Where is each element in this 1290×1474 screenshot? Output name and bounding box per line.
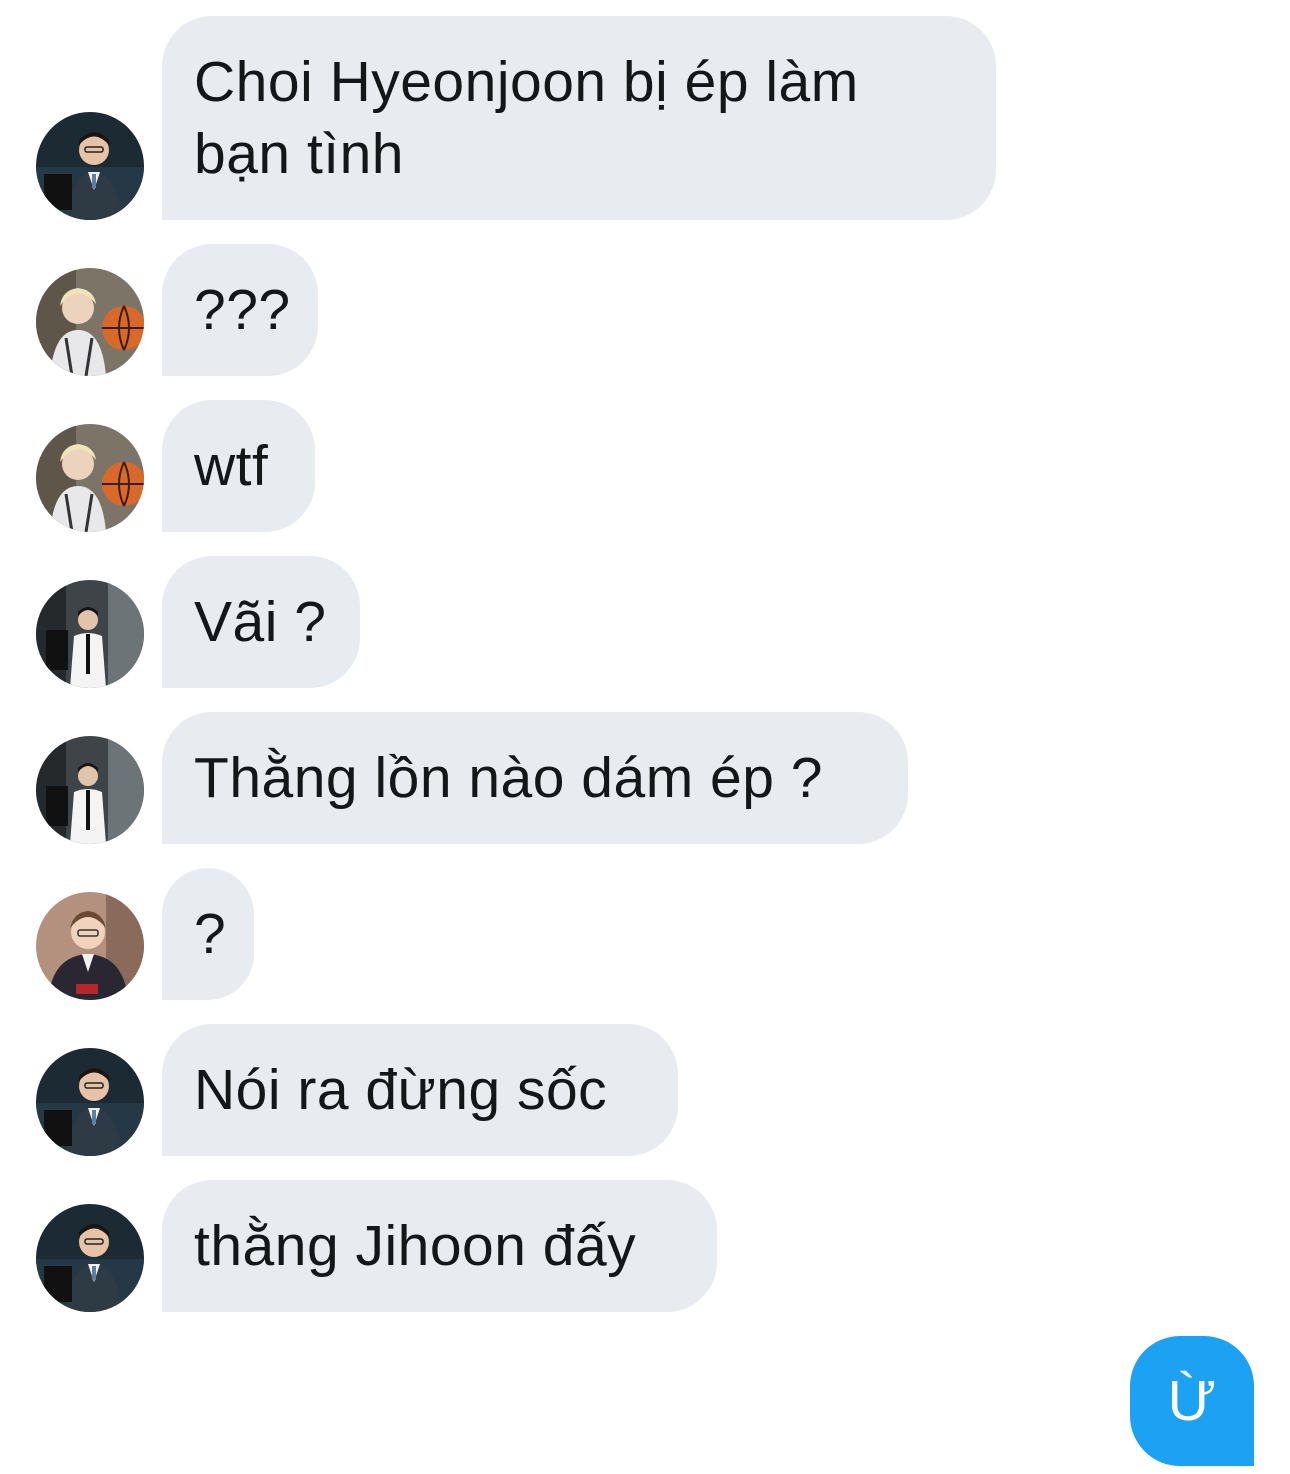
- avatar-photo-icon: [36, 1204, 144, 1312]
- message-bubble: Nói ra đừng sốc: [162, 1024, 678, 1156]
- avatar-photo-icon: [36, 112, 144, 220]
- message-row: wtf: [0, 400, 1290, 532]
- message-bubble: Choi Hyeonjoon bị ép làm bạn tình: [162, 16, 996, 220]
- message-row: ?: [0, 868, 1290, 1000]
- avatar-photo-icon: [36, 580, 144, 688]
- sender-avatar[interactable]: [36, 892, 144, 1000]
- message-bubble: Thằng lồn nào dám ép ?: [162, 712, 908, 844]
- message-row: Thằng lồn nào dám ép ?: [0, 712, 1290, 844]
- message-row: thằng Jihoon đấy: [0, 1180, 1290, 1312]
- avatar-photo-icon: [36, 424, 144, 532]
- sender-avatar[interactable]: [36, 1204, 144, 1312]
- message-bubble: ???: [162, 244, 318, 376]
- message-row: Nói ra đừng sốc: [0, 1024, 1290, 1156]
- message-bubble: Vãi ?: [162, 556, 360, 688]
- chat-thread: Choi Hyeonjoon bị ép làm bạn tình ??? wt…: [0, 0, 1290, 1474]
- message-row: Choi Hyeonjoon bị ép làm bạn tình: [0, 16, 1290, 220]
- sender-avatar[interactable]: [36, 424, 144, 532]
- sender-avatar[interactable]: [36, 736, 144, 844]
- sender-avatar[interactable]: [36, 1048, 144, 1156]
- avatar-photo-icon: [36, 1048, 144, 1156]
- avatar-photo-icon: [36, 736, 144, 844]
- message-bubble: thằng Jihoon đấy: [162, 1180, 717, 1312]
- avatar-photo-icon: [36, 892, 144, 1000]
- sender-avatar[interactable]: [36, 268, 144, 376]
- sender-avatar[interactable]: [36, 580, 144, 688]
- message-row: Vãi ?: [0, 556, 1290, 688]
- message-row: ???: [0, 244, 1290, 376]
- avatar-photo-icon: [36, 268, 144, 376]
- outgoing-message-bubble: Ừ: [1130, 1336, 1254, 1466]
- sender-avatar[interactable]: [36, 112, 144, 220]
- message-bubble: wtf: [162, 400, 315, 532]
- message-bubble: ?: [162, 868, 254, 1000]
